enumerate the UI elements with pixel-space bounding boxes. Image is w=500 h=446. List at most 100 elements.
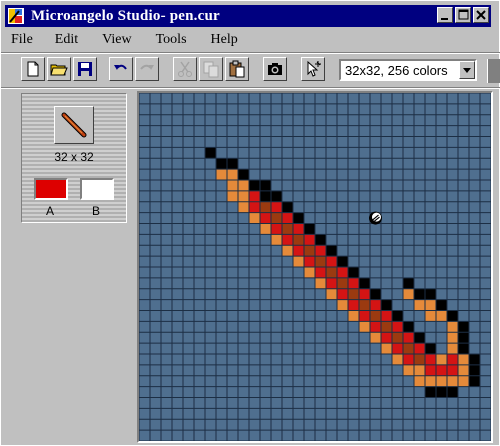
image-format-select[interactable]: 32x32, 256 colors xyxy=(339,59,477,81)
pixel[interactable] xyxy=(381,343,392,354)
pixel[interactable] xyxy=(436,386,447,398)
pixel[interactable] xyxy=(271,234,282,246)
pixel[interactable] xyxy=(227,158,238,170)
pixel[interactable] xyxy=(370,299,381,311)
pixel[interactable] xyxy=(282,212,293,224)
pixel[interactable] xyxy=(293,256,304,267)
pixel[interactable] xyxy=(447,321,458,333)
pixel[interactable] xyxy=(359,277,370,289)
pixel[interactable] xyxy=(436,354,447,365)
pixel[interactable] xyxy=(370,321,381,333)
pixel[interactable] xyxy=(249,212,260,224)
pixel[interactable] xyxy=(370,310,381,322)
pixel[interactable] xyxy=(392,343,403,354)
pixel[interactable] xyxy=(238,180,249,191)
pixel[interactable] xyxy=(458,343,469,354)
pixel[interactable] xyxy=(425,375,436,387)
pixel[interactable] xyxy=(414,332,425,344)
pixel[interactable] xyxy=(381,321,392,333)
minimize-button[interactable] xyxy=(437,7,453,23)
pixel[interactable] xyxy=(260,190,271,202)
pixel[interactable] xyxy=(359,321,370,333)
pixel[interactable] xyxy=(326,245,337,257)
pixel[interactable] xyxy=(458,354,469,365)
pixel[interactable] xyxy=(359,299,370,311)
pixel[interactable] xyxy=(425,354,436,365)
pixel[interactable] xyxy=(249,180,260,191)
pixel[interactable] xyxy=(304,223,315,235)
pixel[interactable] xyxy=(370,332,381,344)
pixel[interactable] xyxy=(249,190,260,202)
pixel[interactable] xyxy=(304,234,315,246)
pixel[interactable] xyxy=(348,299,359,311)
pixel[interactable] xyxy=(304,256,315,267)
pixel[interactable] xyxy=(238,190,249,202)
pixel[interactable] xyxy=(282,201,293,213)
redo-button[interactable] xyxy=(135,57,159,81)
pixel[interactable] xyxy=(414,364,425,376)
pixel[interactable] xyxy=(403,332,414,344)
pixel[interactable] xyxy=(238,169,249,180)
pixel[interactable] xyxy=(304,245,315,257)
pixel[interactable] xyxy=(392,310,403,322)
maximize-button[interactable] xyxy=(455,7,471,23)
pixel[interactable] xyxy=(414,299,425,311)
pixel[interactable] xyxy=(227,169,238,180)
snapshot-button[interactable] xyxy=(263,57,287,81)
pixel[interactable] xyxy=(403,288,414,300)
paste-button[interactable] xyxy=(225,57,249,81)
color-b-swatch[interactable] xyxy=(80,178,114,200)
pixel[interactable] xyxy=(282,223,293,235)
pixel[interactable] xyxy=(414,375,425,387)
pixel[interactable] xyxy=(315,245,326,257)
pixel[interactable] xyxy=(381,310,392,322)
pixel[interactable] xyxy=(458,332,469,344)
color-a-swatch[interactable] xyxy=(34,178,68,200)
pixel[interactable] xyxy=(216,158,227,170)
pixel[interactable] xyxy=(447,343,458,354)
pixel[interactable] xyxy=(282,245,293,257)
pixel[interactable] xyxy=(381,299,392,311)
pixel[interactable] xyxy=(304,267,315,278)
pixel-editor[interactable] xyxy=(137,91,493,443)
new-button[interactable] xyxy=(21,57,45,81)
dropdown-button[interactable] xyxy=(459,61,475,79)
pixel[interactable] xyxy=(271,212,282,224)
pixel[interactable] xyxy=(458,375,469,387)
pixel[interactable] xyxy=(403,364,414,376)
pixel[interactable] xyxy=(337,277,348,289)
pixel[interactable] xyxy=(381,332,392,344)
undo-button[interactable] xyxy=(109,57,133,81)
pixel[interactable] xyxy=(425,386,436,398)
copy-button[interactable] xyxy=(199,57,223,81)
pixel[interactable] xyxy=(403,354,414,365)
pixel[interactable] xyxy=(403,277,414,289)
cursor-preview[interactable] xyxy=(54,106,94,144)
pixel[interactable] xyxy=(447,332,458,344)
menu-view[interactable]: View xyxy=(102,32,131,48)
menu-help[interactable]: Help xyxy=(211,32,238,48)
pixel[interactable] xyxy=(293,245,304,257)
pixel[interactable] xyxy=(315,256,326,267)
pixel[interactable] xyxy=(447,354,458,365)
menu-file[interactable]: File xyxy=(11,32,33,48)
pixel[interactable] xyxy=(436,375,447,387)
pixel[interactable] xyxy=(436,299,447,311)
pixel[interactable] xyxy=(326,256,337,267)
pixel[interactable] xyxy=(370,288,381,300)
pixel[interactable] xyxy=(260,201,271,213)
pixel[interactable] xyxy=(436,310,447,322)
pixel[interactable] xyxy=(271,190,282,202)
pixel[interactable] xyxy=(293,223,304,235)
pixel[interactable] xyxy=(315,277,326,289)
pixel[interactable] xyxy=(260,223,271,235)
pixel[interactable] xyxy=(414,354,425,365)
pixel[interactable] xyxy=(326,267,337,278)
pixel[interactable] xyxy=(315,234,326,246)
pixel[interactable] xyxy=(447,364,458,376)
pixel[interactable] xyxy=(337,256,348,267)
pixel[interactable] xyxy=(227,180,238,191)
pixel[interactable] xyxy=(392,321,403,333)
pixel[interactable] xyxy=(326,277,337,289)
pixel[interactable] xyxy=(469,354,480,365)
